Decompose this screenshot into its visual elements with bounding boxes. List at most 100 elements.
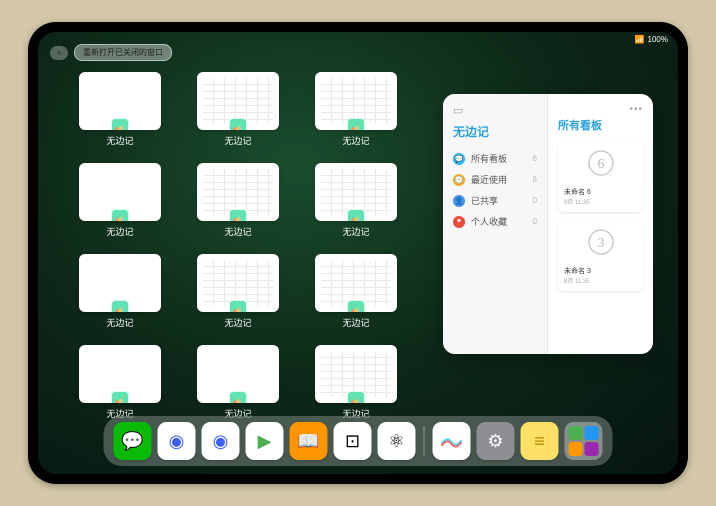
board-name: 未命名 3 (564, 266, 637, 276)
freeform-app-icon (111, 300, 129, 312)
board-card[interactable]: 3 未命名 38月 11:35 (558, 220, 643, 291)
sidebar-item-count: 0 (533, 217, 537, 226)
dock-separator (424, 426, 425, 456)
dock-app-play[interactable]: ▶ (246, 422, 284, 460)
window-thumbnail[interactable]: 无边记 (191, 345, 285, 420)
window-preview (79, 345, 161, 403)
freeform-app-icon (347, 118, 365, 130)
popover-title: 无边记 (453, 123, 537, 140)
window-preview (197, 163, 279, 221)
window-label: 无边记 (106, 225, 133, 238)
sidebar-item[interactable]: 👤 已共享 0 (453, 190, 537, 211)
freeform-app-icon (347, 391, 365, 403)
window-thumbnail[interactable]: 无边记 (191, 163, 285, 238)
sidebar-item-count: 0 (533, 196, 537, 205)
wifi-icon: 📶 (635, 35, 645, 44)
popover-section-title: 所有看板 (558, 117, 643, 133)
board-date: 8月 11:35 (564, 276, 637, 285)
ipad-device-frame: 📶 100% + 重新打开已关闭的窗口 无边记无边记无边记无边记无边记无边记无边… (28, 22, 688, 484)
sidebar-toggle-icon[interactable]: ▭ (453, 104, 537, 117)
window-preview (79, 163, 161, 221)
window-preview (197, 345, 279, 403)
window-thumbnail[interactable]: 无边记 (309, 254, 403, 329)
more-icon[interactable]: ••• (558, 104, 643, 115)
dock-app-quark1[interactable]: ◉ (158, 422, 196, 460)
sidebar-item-count: 8 (533, 175, 537, 184)
window-label: 无边记 (224, 134, 251, 147)
freeform-app-icon (229, 391, 247, 403)
window-label: 无边记 (342, 225, 369, 238)
sidebar-item-count: 8 (533, 154, 537, 163)
add-button[interactable]: + (50, 46, 68, 60)
window-thumbnail[interactable]: 无边记 (191, 254, 285, 329)
board-thumbnail-icon: 6 (581, 147, 621, 183)
board-name: 未命名 6 (564, 187, 637, 197)
window-preview (197, 254, 279, 312)
window-preview (315, 345, 397, 403)
dock-app-quark2[interactable]: ◉ (202, 422, 240, 460)
topbar: + 重新打开已关闭的窗口 (50, 44, 172, 61)
window-label: 无边记 (224, 225, 251, 238)
freeform-app-icon (229, 118, 247, 130)
freeform-app-icon (347, 209, 365, 221)
sidebar-item-label: 最近使用 (471, 173, 527, 186)
popover-content: ••• 所有看板 6未命名 68月 11:353未命名 38月 11:35 (548, 94, 653, 354)
board-date: 8月 11:35 (564, 197, 637, 206)
window-label: 无边记 (224, 316, 251, 329)
window-thumbnail[interactable]: 无边记 (191, 72, 285, 147)
sidebar-item[interactable]: 🕑 最近使用 8 (453, 169, 537, 190)
window-label: 无边记 (106, 316, 133, 329)
sidebar-item-icon: 💬 (453, 153, 465, 165)
status-bar: 📶 100% (635, 35, 668, 44)
window-label: 无边记 (342, 134, 369, 147)
ipad-screen: 📶 100% + 重新打开已关闭的窗口 无边记无边记无边记无边记无边记无边记无边… (38, 32, 678, 474)
svg-text:3: 3 (597, 236, 604, 251)
dock-app-freeform[interactable] (433, 422, 471, 460)
window-label: 无边记 (342, 316, 369, 329)
window-thumbnail[interactable]: 无边记 (309, 163, 403, 238)
window-preview (197, 72, 279, 130)
window-thumbnail[interactable]: 无边记 (73, 254, 167, 329)
freeform-popover: ▭ 无边记 💬 所有看板 8 🕑 最近使用 8 👤 已共享 0 ♥ 个人收藏 0 ••• 所有看板 6… (443, 94, 653, 354)
freeform-app-icon (229, 209, 247, 221)
dock-app-notes[interactable]: ≡ (521, 422, 559, 460)
dock-app-dice[interactable]: ⊡ (334, 422, 372, 460)
sidebar-item-icon: ♥ (453, 216, 465, 228)
window-thumbnail[interactable]: 无边记 (73, 163, 167, 238)
sidebar-item-icon: 🕑 (453, 174, 465, 186)
dock-app-wechat[interactable]: 💬 (114, 422, 152, 460)
freeform-app-icon (111, 209, 129, 221)
sidebar-item-label: 所有看板 (471, 152, 527, 165)
window-thumbnail[interactable]: 无边记 (309, 345, 403, 420)
window-preview (315, 72, 397, 130)
dock-app-nodes[interactable]: ⚛ (378, 422, 416, 460)
reopen-closed-window-button[interactable]: 重新打开已关闭的窗口 (74, 44, 172, 61)
window-thumbnail[interactable]: 无边记 (73, 72, 167, 147)
dock: 💬◉◉▶📖⊡⚛ ⚙≡ (104, 416, 613, 466)
freeform-app-icon (111, 118, 129, 130)
freeform-app-icon (229, 300, 247, 312)
dock-app-books[interactable]: 📖 (290, 422, 328, 460)
freeform-app-icon (347, 300, 365, 312)
svg-text:6: 6 (597, 157, 604, 172)
freeform-app-icon (111, 391, 129, 403)
board-card[interactable]: 6 未命名 68月 11:35 (558, 141, 643, 212)
window-preview (315, 254, 397, 312)
window-preview (79, 72, 161, 130)
sidebar-item[interactable]: 💬 所有看板 8 (453, 148, 537, 169)
sidebar-item-label: 已共享 (471, 194, 527, 207)
window-preview (315, 163, 397, 221)
window-thumbnail[interactable]: 无边记 (73, 345, 167, 420)
window-preview (79, 254, 161, 312)
battery-indicator: 100% (648, 35, 668, 44)
sidebar-item-icon: 👤 (453, 195, 465, 207)
sidebar-item-label: 个人收藏 (471, 215, 527, 228)
dock-app-settings[interactable]: ⚙ (477, 422, 515, 460)
window-thumbnail[interactable]: 无边记 (309, 72, 403, 147)
app-library-icon[interactable] (565, 422, 603, 460)
window-label: 无边记 (106, 134, 133, 147)
app-expose-grid: 无边记无边记无边记无边记无边记无边记无边记无边记无边记无边记无边记无边记 (73, 72, 403, 420)
board-thumbnail-icon: 3 (581, 226, 621, 262)
popover-sidebar: ▭ 无边记 💬 所有看板 8 🕑 最近使用 8 👤 已共享 0 ♥ 个人收藏 0 (443, 94, 548, 354)
sidebar-item[interactable]: ♥ 个人收藏 0 (453, 211, 537, 232)
